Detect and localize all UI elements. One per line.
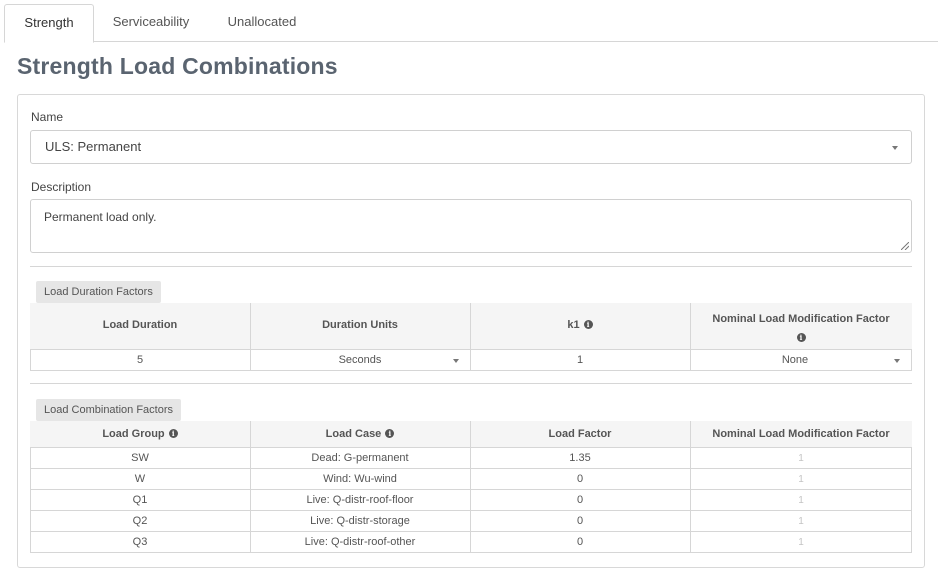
- info-circle-icon[interactable]: i: [796, 332, 806, 342]
- caret-down-icon[interactable]: [453, 359, 459, 363]
- page-title: Strength Load Combinations: [17, 53, 338, 79]
- info-circle-icon[interactable]: i: [168, 428, 178, 438]
- name-select-value: ULS: Permanent: [45, 139, 142, 154]
- load-combination-section-label: Load Combination Factors: [36, 399, 182, 421]
- k1-value: 1: [576, 354, 584, 366]
- divider: [30, 266, 912, 267]
- tab-bar: Strength Serviceability Unallocated: [4, 4, 938, 43]
- col-load-group: Load Group i: [30, 428, 250, 440]
- col-nominal-modification: Nominal Load Modification Factor: [712, 428, 890, 440]
- load-duration-section-label: Load Duration Factors: [36, 281, 161, 303]
- load-factor-cell[interactable]: 0: [470, 473, 690, 485]
- col-nominal-label: Nominal Load Modification Factor: [712, 313, 890, 325]
- load-group-cell: W: [134, 473, 146, 485]
- load-factor-cell[interactable]: 0: [470, 494, 690, 506]
- duration-units-value: Seconds: [338, 354, 382, 366]
- col-load-group-label: Load Group: [102, 428, 165, 440]
- description-textarea[interactable]: Permanent load only.: [30, 199, 912, 253]
- col-nominal-modification: Nominal Load Modification Factor i: [690, 310, 912, 348]
- nominal-modification-cell: 1: [798, 495, 804, 506]
- nominal-modification-select[interactable]: None: [690, 354, 900, 366]
- info-circle-icon[interactable]: i: [583, 319, 593, 329]
- load-case-cell: Live: Q-distr-roof-floor: [306, 494, 414, 506]
- col-duration-units: Duration Units: [322, 319, 398, 331]
- tab-strength[interactable]: Strength: [4, 4, 94, 43]
- info-circle-icon[interactable]: i: [385, 428, 395, 438]
- nominal-modification-cell: 1: [798, 453, 804, 464]
- col-load-case-label: Load Case: [325, 428, 382, 440]
- tab-serviceability[interactable]: Serviceability: [100, 4, 202, 42]
- nominal-modification-value: None: [781, 354, 809, 366]
- tab-unallocated[interactable]: Unallocated: [216, 4, 308, 42]
- load-combination-table: Load Group i Load Case i Load Factor Nomin…: [30, 421, 912, 553]
- load-duration-table: Load Duration Duration Units k1 i Nominal…: [30, 303, 912, 371]
- load-case-cell: Live: Q-distr-roof-other: [304, 536, 416, 548]
- col-load-duration: Load Duration: [102, 319, 178, 331]
- name-label: Name: [31, 110, 64, 124]
- name-select[interactable]: ULS: Permanent: [30, 130, 912, 164]
- description-label: Description: [31, 180, 92, 194]
- load-duration-value[interactable]: 5: [30, 354, 250, 366]
- caret-down-icon: [892, 146, 898, 150]
- col-k1: k1 i: [470, 319, 690, 331]
- load-factor-cell[interactable]: 0: [470, 536, 690, 548]
- load-case-cell: Dead: G-permanent: [311, 452, 409, 464]
- load-group-cell: Q3: [132, 536, 148, 548]
- load-group-cell: SW: [131, 452, 149, 464]
- divider: [30, 383, 912, 384]
- nominal-modification-cell: 1: [798, 516, 804, 527]
- nominal-modification-cell: 1: [798, 537, 804, 548]
- load-case-cell: Live: Q-distr-storage: [310, 515, 410, 527]
- nominal-modification-cell: 1: [798, 474, 804, 485]
- resize-handle-icon[interactable]: [901, 242, 909, 250]
- col-load-case: Load Case i: [250, 428, 470, 440]
- load-factor-cell[interactable]: 0: [470, 515, 690, 527]
- col-load-factor: Load Factor: [548, 428, 612, 440]
- duration-units-select[interactable]: Seconds: [250, 354, 470, 366]
- load-group-cell: Q1: [132, 494, 148, 506]
- combination-form-panel: Name ULS: Permanent Description Permanen…: [17, 94, 925, 568]
- load-group-cell: Q2: [132, 515, 148, 527]
- caret-down-icon[interactable]: [894, 359, 900, 363]
- load-factor-cell[interactable]: 1.35: [470, 452, 690, 464]
- description-value: Permanent load only.: [44, 210, 157, 224]
- load-case-cell: Wind: Wu-wind: [323, 473, 397, 485]
- col-k1-label: k1: [567, 319, 580, 331]
